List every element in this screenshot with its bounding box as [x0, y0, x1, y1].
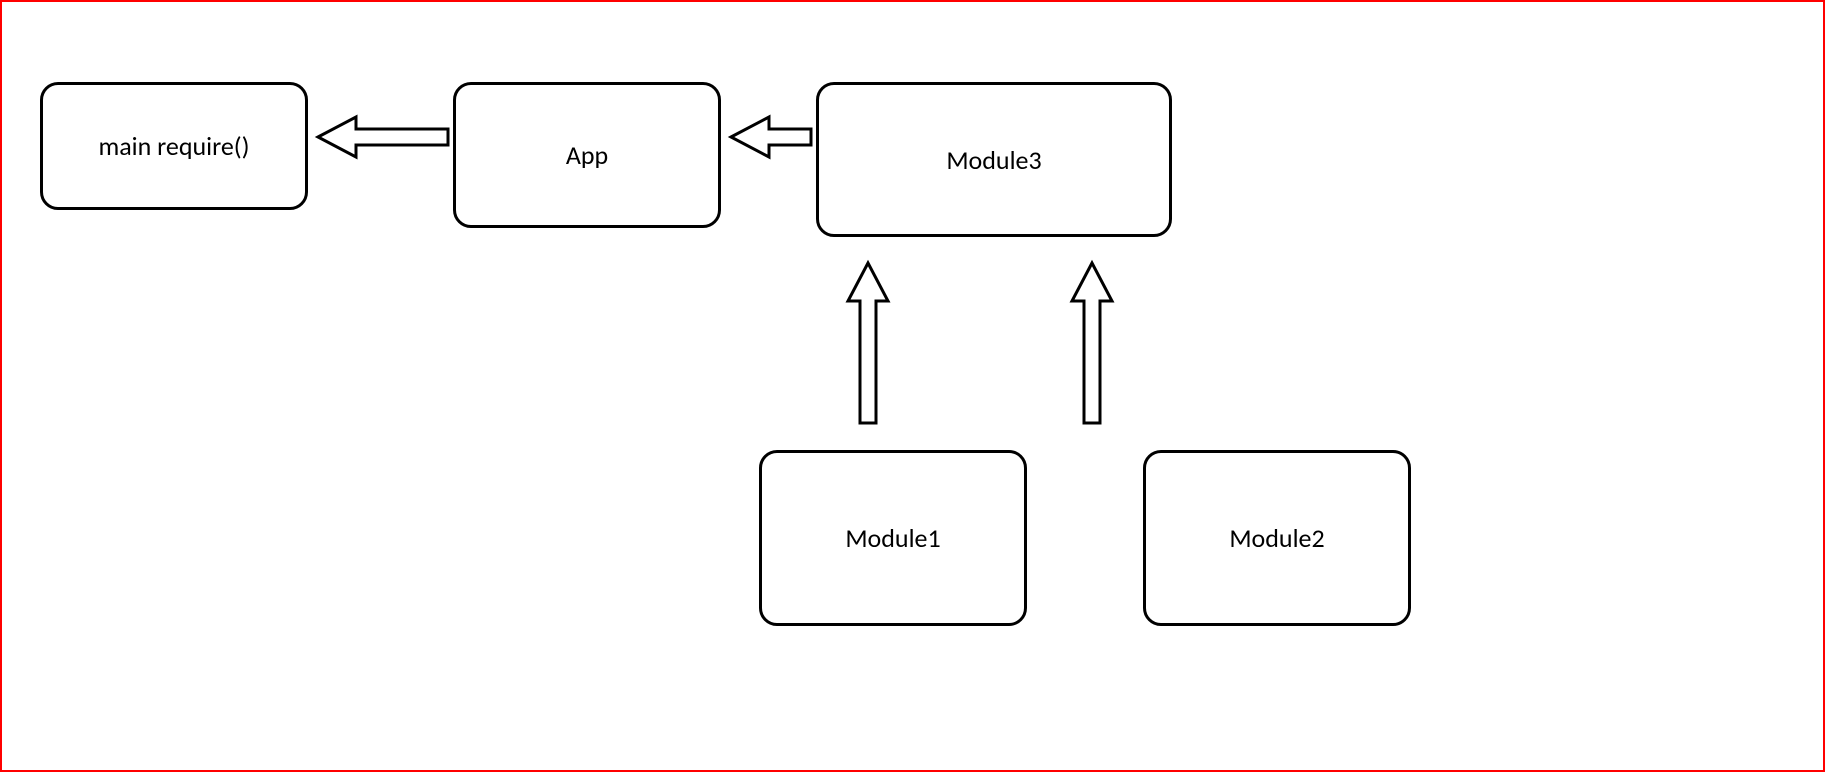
arrow-left-icon — [731, 112, 811, 162]
node-module3: Module3 — [816, 82, 1172, 237]
node-label: Module1 — [845, 522, 940, 554]
node-main-require: main require() — [40, 82, 308, 210]
arrow-left-icon — [318, 112, 448, 162]
node-app: App — [453, 82, 721, 228]
arrow-up-icon — [1067, 263, 1117, 423]
node-label: Module2 — [1229, 522, 1324, 554]
node-module2: Module2 — [1143, 450, 1411, 626]
node-label: App — [566, 139, 608, 171]
node-label: Module3 — [946, 144, 1041, 176]
node-label: main require() — [98, 130, 249, 162]
node-module1: Module1 — [759, 450, 1027, 626]
arrow-up-icon — [843, 263, 893, 423]
